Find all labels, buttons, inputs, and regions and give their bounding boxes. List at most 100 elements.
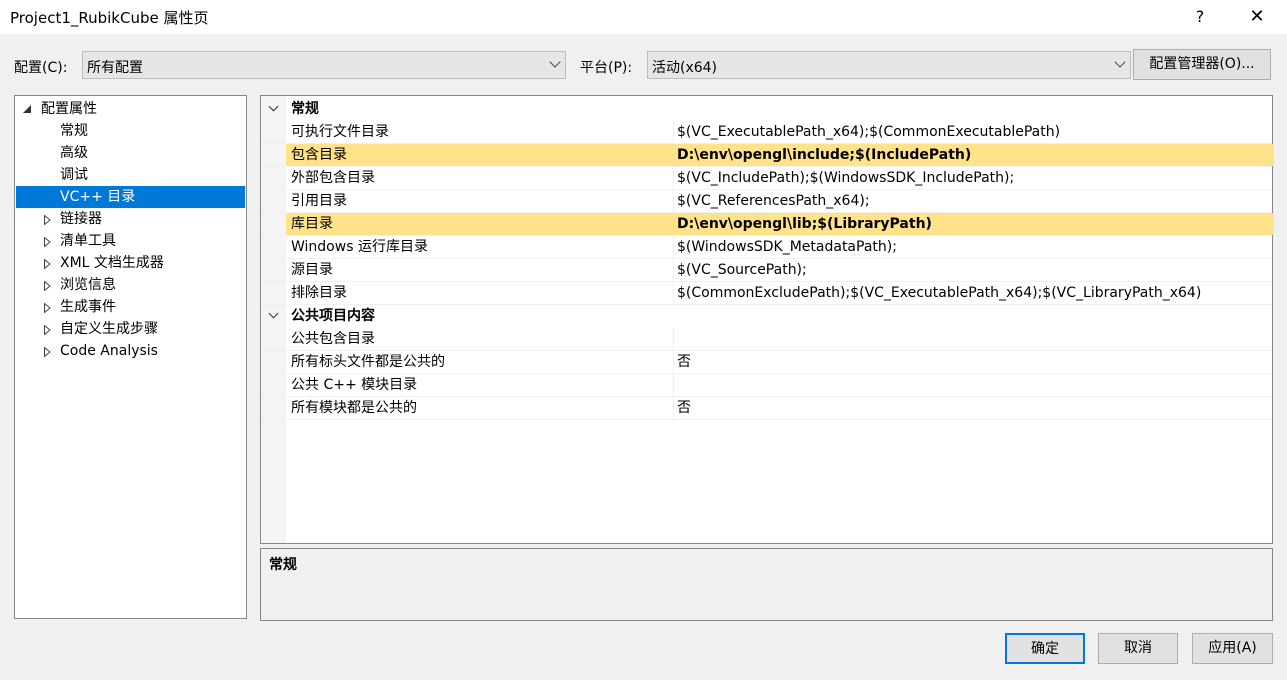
property-name: 可执行文件目录	[291, 124, 389, 140]
tree-item-label: 高级	[60, 145, 88, 161]
tree-item-label: 链接器	[60, 211, 102, 227]
config-select[interactable]: 所有配置	[82, 51, 566, 79]
config-label: 配置(C):	[14, 60, 68, 76]
property-name: 包含目录	[286, 144, 674, 166]
chevron-down-icon	[268, 308, 279, 319]
category-general[interactable]: 常规	[261, 98, 1272, 121]
tree-item-vc-directories[interactable]: VC++ 目录	[16, 186, 245, 208]
platform-select-value: 活动(x64)	[652, 60, 718, 76]
config-select-value: 所有配置	[87, 60, 143, 76]
tree-item-xml-doc-generator[interactable]: XML 文档生成器	[15, 252, 246, 274]
column-divider	[673, 374, 674, 396]
property-value: $(VC_ExecutablePath_x64);$(CommonExecuta…	[677, 124, 1061, 140]
property-value: $(VC_IncludePath);$(WindowsSDK_IncludePa…	[677, 170, 1015, 186]
grid-row-winrt-dirs[interactable]: Windows 运行库目录 $(WindowsSDK_MetadataPath)…	[261, 236, 1272, 259]
column-divider	[673, 328, 674, 350]
collapsed-triangle-icon	[44, 215, 51, 225]
tree-item-label: XML 文档生成器	[60, 255, 164, 271]
tree-root-config-properties[interactable]: 配置属性	[15, 98, 246, 120]
property-value: $(VC_ReferencesPath_x64);	[677, 193, 870, 209]
tree-item-manifest-tool[interactable]: 清单工具	[15, 230, 246, 252]
grid-row-public-cpp-module-dirs[interactable]: 公共 C++ 模块目录	[261, 374, 1272, 397]
column-divider	[673, 167, 674, 189]
property-value: $(WindowsSDK_MetadataPath);	[677, 239, 897, 255]
column-divider	[673, 121, 674, 143]
collapsed-triangle-icon	[44, 325, 51, 335]
grid-row-include-dirs[interactable]: 包含目录 D:\env\opengl\include;$(IncludePath…	[261, 144, 1274, 167]
property-name: Windows 运行库目录	[291, 239, 428, 255]
tree-item-advanced[interactable]: 高级	[15, 142, 246, 164]
grid-row-reference-dirs[interactable]: 引用目录 $(VC_ReferencesPath_x64);	[261, 190, 1272, 213]
grid-row-all-headers-public[interactable]: 所有标头文件都是公共的 否	[261, 351, 1272, 374]
collapsed-triangle-icon	[44, 281, 51, 291]
tree-item-debugging[interactable]: 调试	[15, 164, 246, 186]
platform-label: 平台(P):	[580, 60, 633, 76]
grid-row-library-dirs[interactable]: 库目录 D:\env\opengl\lib;$(LibraryPath)	[261, 213, 1274, 236]
property-name: 所有标头文件都是公共的	[291, 354, 445, 370]
tree-item-browse-info[interactable]: 浏览信息	[15, 274, 246, 296]
column-divider	[673, 259, 674, 281]
property-name: 库目录	[286, 213, 674, 235]
property-value: D:\env\opengl\include;$(IncludePath)	[677, 147, 972, 163]
tree-item-label: 清单工具	[60, 233, 116, 249]
grid-row-source-dirs[interactable]: 源目录 $(VC_SourcePath);	[261, 259, 1272, 282]
tree-item-custom-build-step[interactable]: 自定义生成步骤	[15, 318, 246, 340]
expanded-triangle-icon	[23, 105, 31, 113]
tree-item-label: 浏览信息	[60, 277, 116, 293]
close-button[interactable]: ✕	[1234, 0, 1280, 34]
collapsed-triangle-icon	[44, 347, 51, 357]
tree-item-linker[interactable]: 链接器	[15, 208, 246, 230]
cancel-button[interactable]: 取消	[1098, 633, 1178, 664]
title-bar: Project1_RubikCube 属性页 ? ✕	[0, 0, 1287, 34]
tree-item-general[interactable]: 常规	[15, 120, 246, 142]
column-divider	[673, 351, 674, 373]
property-name: 源目录	[291, 262, 333, 278]
grid-row-all-modules-public[interactable]: 所有模块都是公共的 否	[261, 397, 1272, 420]
tree-item-label: 生成事件	[60, 299, 116, 315]
tree-item-build-events[interactable]: 生成事件	[15, 296, 246, 318]
grid-row-exclude-dirs[interactable]: 排除目录 $(CommonExcludePath);$(VC_Executabl…	[261, 282, 1272, 305]
property-name: 引用目录	[291, 193, 347, 209]
apply-button[interactable]: 应用(A)	[1192, 633, 1273, 664]
platform-select[interactable]: 活动(x64)	[647, 51, 1131, 79]
property-name: 排除目录	[291, 285, 347, 301]
tree-item-label: VC++ 目录	[60, 189, 136, 205]
grid-row-public-include-dirs[interactable]: 公共包含目录	[261, 328, 1272, 351]
property-value: $(CommonExcludePath);$(VC_ExecutablePath…	[677, 285, 1202, 301]
property-value: 否	[677, 354, 691, 370]
column-divider	[673, 282, 674, 304]
window-title: Project1_RubikCube 属性页	[10, 9, 209, 27]
collapsed-triangle-icon	[44, 259, 51, 269]
chevron-down-icon	[549, 56, 561, 68]
description-title: 常规	[269, 557, 297, 573]
property-grid: 常规 可执行文件目录 $(VC_ExecutablePath_x64);$(Co…	[260, 95, 1274, 544]
help-button[interactable]: ?	[1177, 0, 1223, 34]
tree-item-label: 调试	[60, 167, 88, 183]
tree-item-label: 常规	[60, 123, 88, 139]
tree-item-label: 配置属性	[41, 101, 97, 117]
chevron-down-icon	[268, 101, 279, 112]
grid-row-executable-dirs[interactable]: 可执行文件目录 $(VC_ExecutablePath_x64);$(Commo…	[261, 121, 1272, 144]
category-label: 常规	[291, 101, 319, 117]
category-label: 公共项目内容	[291, 308, 375, 324]
category-public-project-content[interactable]: 公共项目内容	[261, 305, 1272, 328]
property-value: $(VC_SourcePath);	[677, 262, 807, 278]
column-divider	[673, 236, 674, 258]
tree-item-label: Code Analysis	[60, 343, 158, 359]
property-value: D:\env\opengl\lib;$(LibraryPath)	[677, 216, 932, 232]
property-name: 公共 C++ 模块目录	[291, 377, 418, 393]
collapsed-triangle-icon	[44, 303, 51, 313]
config-manager-button[interactable]: 配置管理器(O)...	[1133, 49, 1271, 80]
property-name: 外部包含目录	[291, 170, 375, 186]
property-name: 公共包含目录	[291, 331, 375, 347]
column-divider	[673, 397, 674, 419]
property-tree: 配置属性 常规 高级 调试 VC++ 目录 链接器 清单工具 XML 文档生成器…	[14, 95, 247, 619]
ok-button[interactable]: 确定	[1005, 633, 1085, 664]
chevron-down-icon	[1114, 56, 1126, 68]
property-name: 所有模块都是公共的	[291, 400, 417, 416]
property-value: 否	[677, 400, 691, 416]
collapsed-triangle-icon	[44, 237, 51, 247]
grid-row-external-include-dirs[interactable]: 外部包含目录 $(VC_IncludePath);$(WindowsSDK_In…	[261, 167, 1272, 190]
column-divider	[673, 190, 674, 212]
tree-item-code-analysis[interactable]: Code Analysis	[15, 340, 246, 362]
